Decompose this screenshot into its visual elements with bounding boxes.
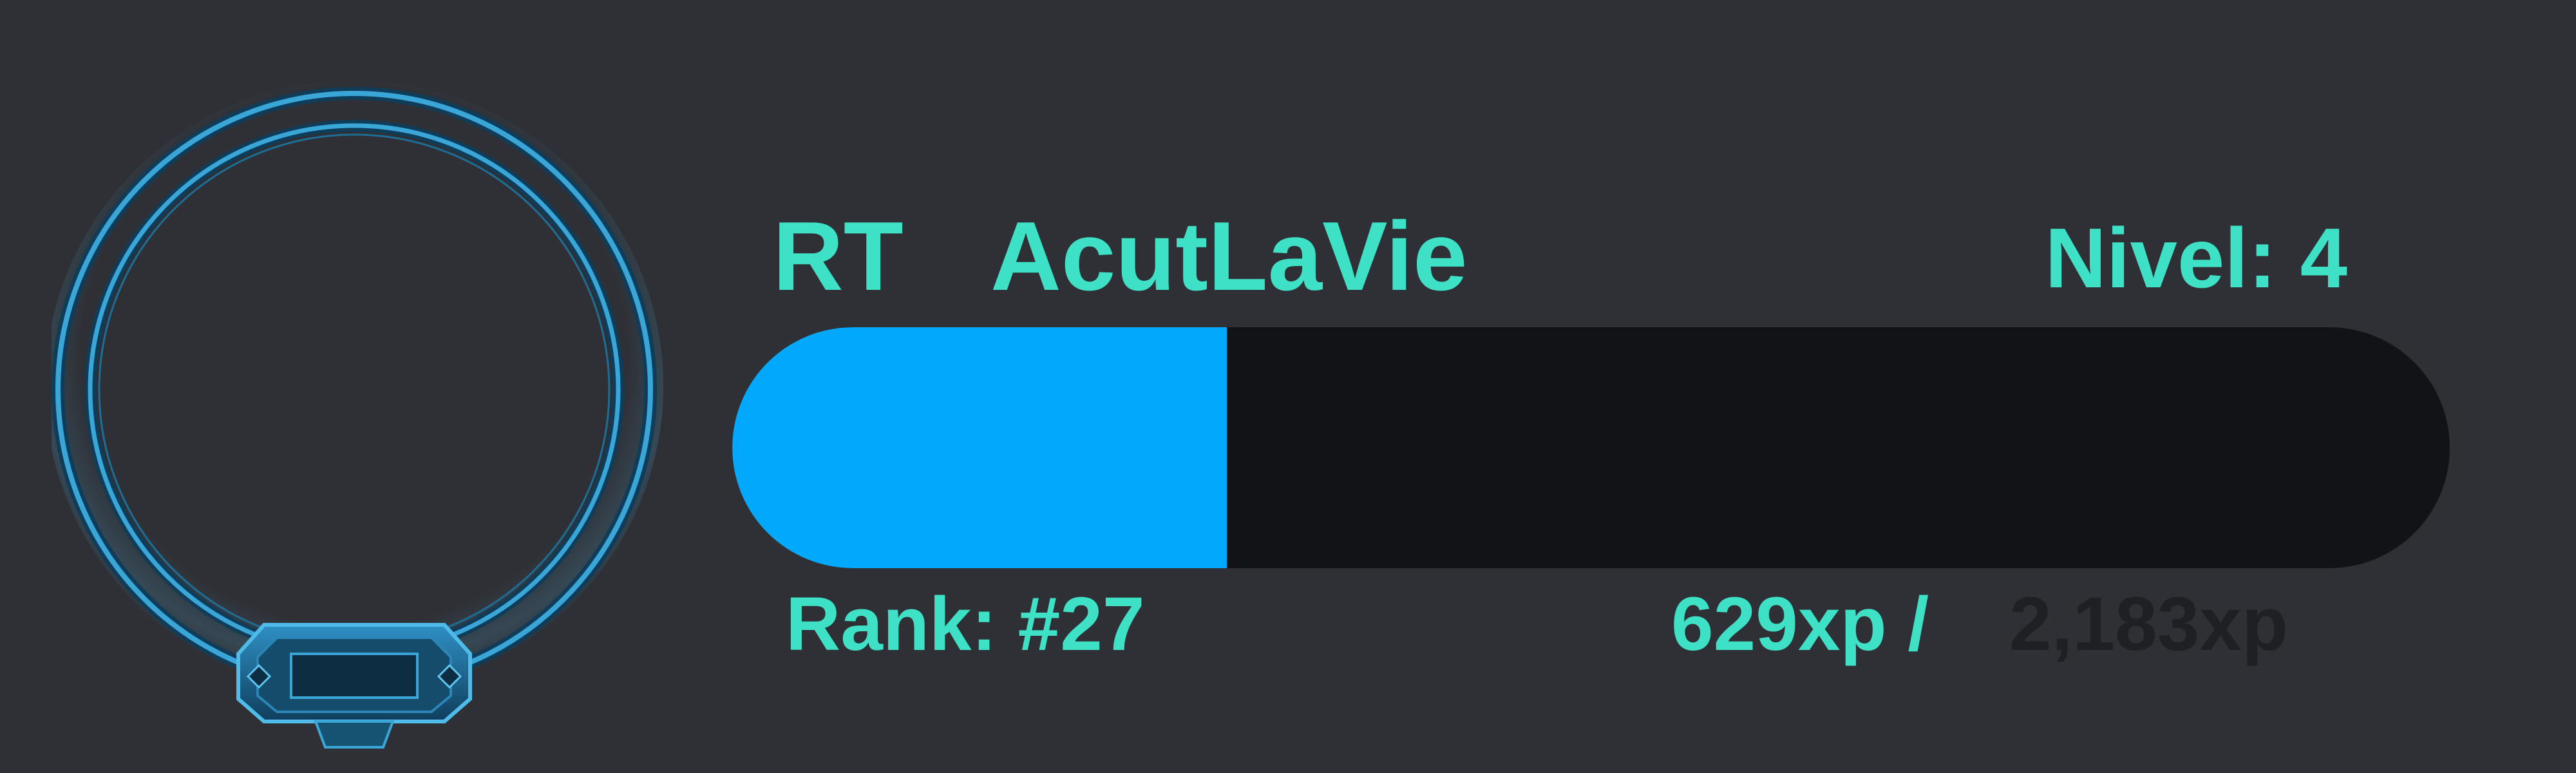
level-label: Nivel: 4 xyxy=(2045,211,2347,305)
xp-progress-fill xyxy=(732,327,1227,568)
xp-progress-bar xyxy=(732,327,2450,568)
xp-total: 2,183xp xyxy=(2009,582,2288,667)
name-prefix: RT xyxy=(773,202,904,311)
username: AcutLaVie xyxy=(990,202,1468,311)
xp-current: 629xp / xyxy=(1671,582,1929,667)
ring-frame-icon xyxy=(52,71,683,773)
level-card: RT AcutLaVie Nivel: 4 Rank: #27 629xp / … xyxy=(0,0,2576,773)
rank-label: Rank: #27 xyxy=(786,582,1145,667)
